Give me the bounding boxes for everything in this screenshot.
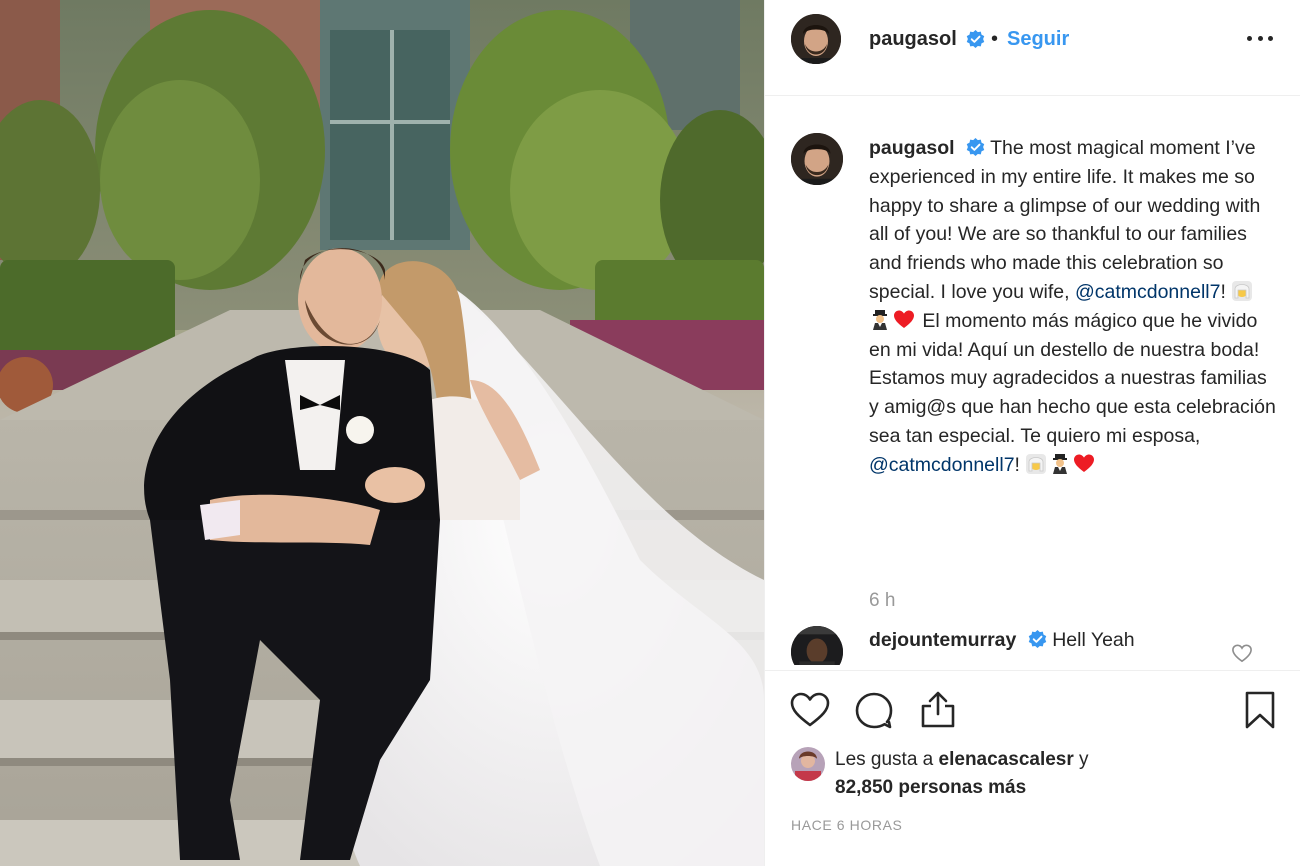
likes-count[interactable]: 82,850: [835, 777, 893, 798]
comment-username[interactable]: dejountemurray: [869, 629, 1016, 651]
verified-badge-icon: [966, 138, 985, 157]
heart-icon: [790, 692, 830, 727]
caption-text-english: The most magical moment I’ve experienced…: [869, 137, 1261, 303]
comment-bubble-icon: [855, 692, 893, 729]
caption-mention[interactable]: @catmcdonnell7: [1075, 281, 1221, 303]
post-side-panel: paugasol • Seguir paugasol The most magi…: [764, 0, 1300, 866]
likes-prefix: Les gusta a: [835, 749, 939, 770]
red-heart-emoji-icon: [894, 310, 914, 328]
avatar-image: [791, 14, 841, 64]
caption-text-spanish: El momento más mágico que he vivido en m…: [869, 309, 1276, 447]
more-options-icon[interactable]: [1243, 26, 1277, 50]
comment-avatar[interactable]: [791, 626, 843, 665]
wedding-photo-illustration: [0, 0, 764, 866]
likes-suffix: y: [1073, 749, 1089, 770]
bookmark-icon: [1245, 691, 1275, 729]
comments-section[interactable]: paugasol The most magical moment I’ve ex…: [765, 97, 1300, 665]
comment-like-heart-icon[interactable]: [1231, 643, 1253, 663]
avatar-image: [791, 626, 843, 665]
caption-avatar[interactable]: [791, 133, 843, 185]
header-avatar[interactable]: [791, 14, 841, 64]
avatar-image: [791, 133, 843, 185]
red-heart-emoji-icon: [1074, 454, 1095, 472]
verified-badge-icon: [1028, 630, 1047, 649]
caption-time: 6 h: [869, 590, 896, 611]
bride-emoji-icon: [1232, 280, 1253, 301]
more-dot: [1268, 35, 1273, 41]
comment-text: dejountemurray Hell Yeah: [869, 629, 1135, 652]
more-dot: [1257, 35, 1263, 41]
share-upload-icon: [921, 691, 955, 728]
header-username[interactable]: paugasol: [869, 28, 957, 51]
likes-summary: Les gusta a elenacascalesr y: [835, 749, 1089, 771]
comment-body: Hell Yeah: [1046, 629, 1135, 651]
liker-username[interactable]: elenacascalesr: [939, 749, 1074, 770]
like-button[interactable]: [789, 689, 831, 731]
caption-username[interactable]: paugasol: [869, 137, 955, 159]
post-caption: paugasol The most magical moment I’ve ex…: [869, 134, 1279, 480]
save-button[interactable]: [1239, 689, 1281, 731]
caption-exclamation: !: [1220, 280, 1232, 303]
post-timestamp[interactable]: HACE 6 HORAS: [791, 817, 902, 833]
caption-exclamation: !: [1014, 453, 1026, 476]
share-button[interactable]: [917, 689, 959, 731]
post-photo[interactable]: [0, 0, 764, 866]
bride-emoji-icon: [1026, 453, 1047, 474]
avatar-image: [791, 747, 825, 781]
caption-mention[interactable]: @catmcdonnell7: [869, 454, 1015, 476]
likes-count-line[interactable]: 82,850 personas más: [835, 777, 1026, 799]
post-header: paugasol • Seguir: [765, 0, 1300, 96]
liker-avatar[interactable]: [791, 747, 825, 781]
more-dot: [1247, 35, 1252, 41]
follow-button[interactable]: Seguir: [1007, 28, 1069, 51]
likes-count-suffix[interactable]: personas más: [893, 777, 1026, 798]
comment-button[interactable]: [853, 689, 895, 731]
header-separator-dot: •: [991, 28, 999, 50]
groom-emoji-icon: [873, 309, 887, 330]
groom-emoji-icon: [1053, 453, 1068, 474]
verified-badge-icon: [966, 30, 985, 49]
post-actions-bar: Les gusta a elenacascalesr y 82,850 pers…: [765, 670, 1300, 866]
